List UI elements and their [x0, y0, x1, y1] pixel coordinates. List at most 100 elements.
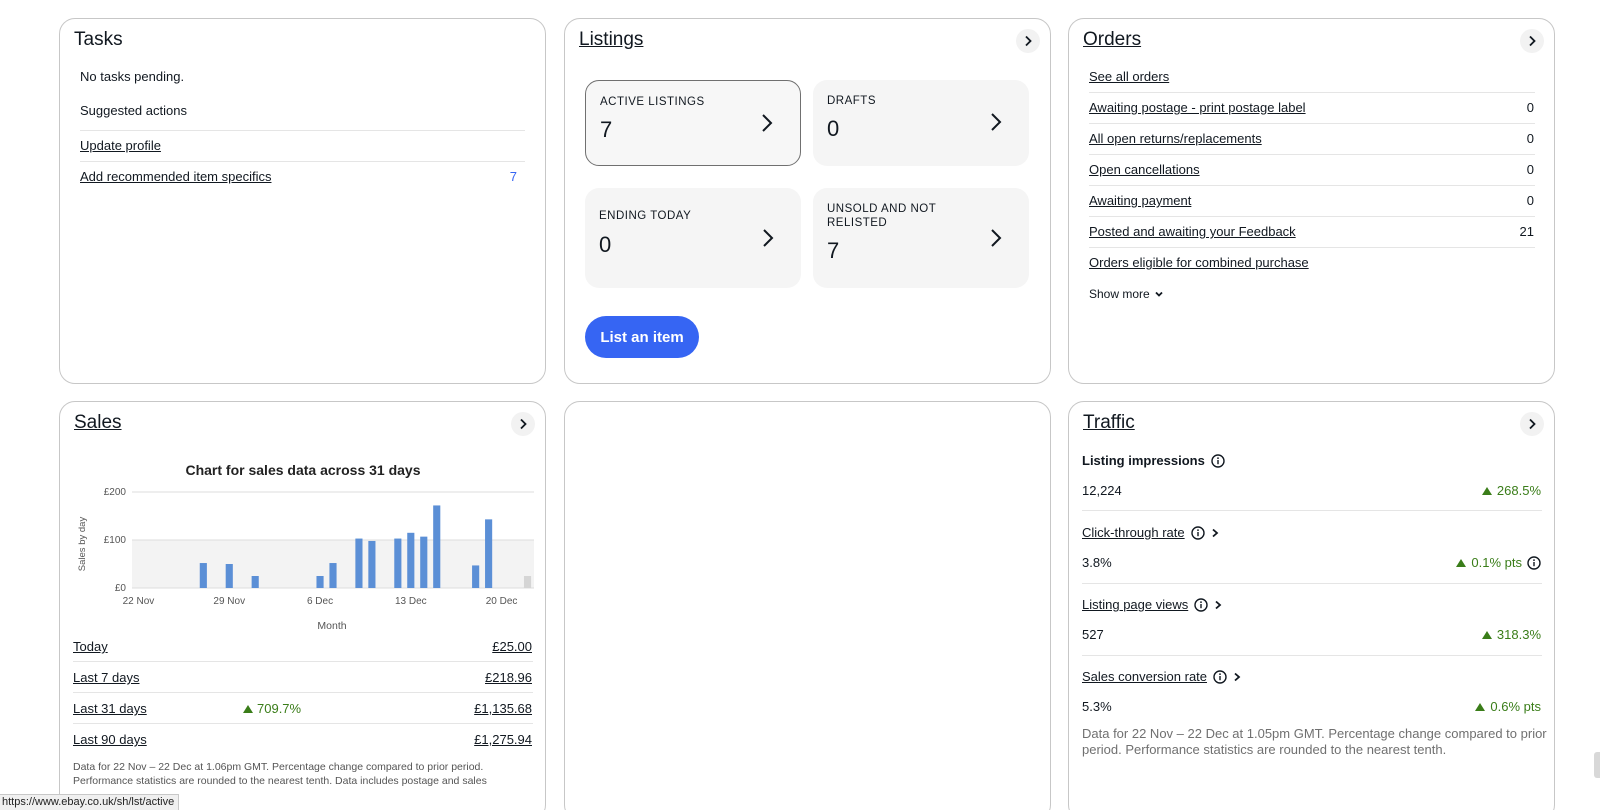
info-icon[interactable]	[1194, 597, 1208, 612]
metric-label-link[interactable]: Listing page views	[1082, 597, 1188, 612]
period-link-31-days[interactable]: Last 31 days	[73, 701, 147, 716]
metric-change-value: 268.5%	[1496, 483, 1541, 498]
period-value[interactable]: £1,275.94	[474, 732, 532, 747]
chevron-right-icon	[991, 229, 1002, 247]
chevron-right-icon	[520, 418, 527, 430]
metric-change-value: 318.3%	[1496, 627, 1541, 642]
chevron-right-icon[interactable]	[1233, 672, 1241, 682]
traffic-card: Traffic Listing impressions 12,224 268.5…	[1068, 401, 1555, 810]
metric-value: 527	[1082, 627, 1104, 642]
divider	[1082, 655, 1542, 656]
tile-label: ENDING TODAY	[599, 210, 692, 222]
traffic-title-link[interactable]: Traffic	[1083, 412, 1135, 434]
triangle-up-icon	[1481, 630, 1492, 639]
chevron-right-icon[interactable]	[1211, 528, 1219, 538]
chart-bar[interactable]	[394, 538, 402, 588]
metric-change: 0.6% pts	[1475, 699, 1541, 714]
chart-bar[interactable]	[329, 563, 337, 588]
order-row-link[interactable]: Open cancellations	[1089, 162, 1200, 177]
chevron-down-icon	[1155, 291, 1163, 297]
listings-title-link[interactable]: Listings	[579, 29, 643, 51]
period-change-value: 709.7%	[257, 701, 302, 716]
chart-bar[interactable]	[251, 576, 259, 588]
traffic-chevron-button[interactable]	[1520, 412, 1544, 436]
chevron-right-icon	[1529, 35, 1536, 47]
chart-bar[interactable]	[485, 519, 493, 588]
traffic-footnote: Data for 22 Nov – 22 Dec at 1.05pm GMT. …	[1082, 726, 1547, 757]
divider	[1089, 154, 1535, 155]
order-row-count: 0	[1526, 193, 1534, 208]
metric-label-link[interactable]: Click-through rate	[1082, 525, 1185, 540]
chart-bar[interactable]	[368, 540, 376, 588]
period-value[interactable]: £25.00	[492, 639, 532, 654]
chart-bar[interactable]	[472, 565, 480, 588]
divider	[1089, 216, 1535, 217]
scrollbar-thumb[interactable]	[1594, 752, 1600, 778]
chart-bar[interactable]	[407, 532, 415, 588]
info-icon[interactable]	[1213, 669, 1227, 684]
sales-chevron-button[interactable]	[511, 412, 535, 436]
see-all-orders-link[interactable]: See all orders	[1089, 69, 1169, 84]
chevron-right-icon	[1025, 35, 1032, 47]
tile-value: 0	[827, 116, 840, 141]
order-row-link[interactable]: All open returns/replacements	[1089, 131, 1262, 146]
divider	[73, 692, 533, 693]
drafts-tile[interactable]: DRAFTS 0	[813, 80, 1029, 166]
no-tasks-text: No tasks pending.	[80, 69, 185, 84]
chart-bar[interactable]	[355, 538, 363, 588]
update-profile-link[interactable]: Update profile	[80, 138, 161, 153]
order-row-link[interactable]: Awaiting postage - print postage label	[1089, 100, 1306, 115]
divider	[80, 161, 525, 162]
chart-y-tick-label: £0	[115, 583, 127, 594]
info-icon[interactable]	[1190, 525, 1205, 540]
order-row-link[interactable]: Posted and awaiting your Feedback	[1089, 224, 1296, 239]
orders-chevron-button[interactable]	[1520, 29, 1544, 53]
unsold-tile[interactable]: UNSOLD AND NOT RELISTED 7	[813, 188, 1029, 288]
active-listings-tile[interactable]: ACTIVE LISTINGS 7	[585, 80, 801, 166]
divider	[1089, 247, 1535, 248]
tasks-title: Tasks	[74, 29, 123, 50]
chevron-right-icon	[1529, 418, 1536, 430]
chart-bar[interactable]	[199, 563, 207, 588]
list-an-item-button[interactable]: List an item	[585, 316, 699, 358]
order-row-link[interactable]: Awaiting payment	[1089, 193, 1191, 208]
metric-value: 5.3%	[1082, 699, 1112, 714]
chevron-right-icon	[763, 229, 774, 247]
order-row-count: 0	[1526, 100, 1534, 115]
metric-header-conversion: Sales conversion rate	[1082, 669, 1241, 684]
period-value[interactable]: £218.96	[485, 670, 532, 685]
chart-bar[interactable]	[433, 505, 441, 588]
divider	[80, 130, 525, 131]
chart-bar[interactable]	[420, 536, 428, 588]
period-link-90-days[interactable]: Last 90 days	[73, 732, 147, 747]
metric-change-value: 0.6% pts	[1490, 699, 1541, 714]
ending-today-tile[interactable]: ENDING TODAY 0	[585, 188, 801, 288]
chart-bar[interactable]	[523, 576, 532, 588]
empty-card	[564, 401, 1051, 810]
period-link-today[interactable]: Today	[73, 639, 108, 654]
chart-x-tick-label: 29 Nov	[213, 596, 245, 607]
sales-title-link[interactable]: Sales	[74, 412, 122, 434]
divider	[1082, 583, 1542, 584]
add-item-specifics-link[interactable]: Add recommended item specifics	[80, 169, 271, 184]
chart-bar[interactable]	[225, 564, 233, 588]
divider	[1089, 185, 1535, 186]
period-link-7-days[interactable]: Last 7 days	[73, 670, 140, 685]
status-bar-url: https://www.ebay.co.uk/sh/lst/active	[0, 794, 180, 810]
period-value[interactable]: £1,135.68	[474, 701, 532, 716]
listings-chevron-button[interactable]	[1016, 29, 1040, 53]
show-more-label: Show more	[1089, 287, 1150, 301]
tile-label: ACTIVE LISTINGS	[600, 96, 705, 108]
sales-card: Sales Chart for sales data across 31 day…	[59, 401, 546, 810]
chart-bar[interactable]	[316, 576, 324, 588]
info-icon[interactable]	[1211, 453, 1225, 468]
chart-y-tick-label: £100	[104, 535, 127, 546]
info-icon[interactable]	[1527, 555, 1541, 570]
orders-title-link[interactable]: Orders	[1083, 29, 1141, 51]
chart-x-ticks: 22 Nov 29 Nov 6 Dec 13 Dec 20 Dec	[123, 596, 518, 607]
order-row-link[interactable]: Orders eligible for combined purchase	[1089, 255, 1309, 270]
sales-footnote: Data for 22 Nov – 22 Dec at 1.06pm GMT. …	[73, 761, 487, 787]
chevron-right-icon[interactable]	[1214, 600, 1222, 610]
metric-label-link[interactable]: Sales conversion rate	[1082, 669, 1207, 684]
show-more-button[interactable]: Show more	[1089, 287, 1164, 301]
